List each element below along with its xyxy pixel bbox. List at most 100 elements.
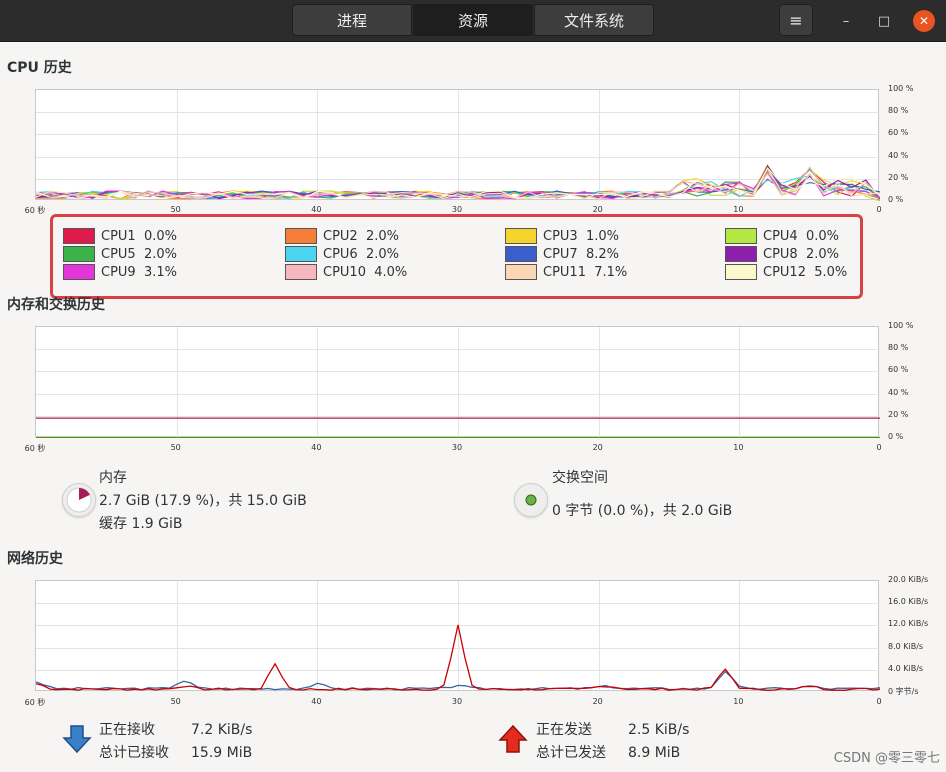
swap-pie-icon [525, 494, 537, 506]
receiving-rate: 7.2 KiB/s [191, 722, 253, 738]
cpu-legend-item[interactable]: CPU4 0.0% [725, 227, 839, 245]
close-button[interactable]: ✕ [913, 10, 935, 32]
tab-processes[interactable]: 进程 [292, 4, 412, 36]
memory-x-tick-label: 40 [311, 443, 322, 452]
cpu-color-swatch[interactable] [725, 246, 757, 262]
swap-usage: 0 字节 (0.0 %)，共 2.0 GiB [552, 503, 733, 519]
memory-y-tick-label: 40 % [888, 387, 909, 397]
cpu-legend-label: CPU8 2.0% [763, 246, 839, 262]
network-graph-canvas [36, 581, 880, 692]
minimize-button[interactable]: – [835, 10, 857, 32]
memory-y-tick-label: 20 % [888, 409, 909, 419]
sent-total: 8.9 MiB [628, 745, 681, 761]
cpu-legend-label: CPU3 1.0% [543, 228, 619, 244]
cpu-legend-label: CPU7 8.2% [543, 246, 619, 262]
cpu-legend-label: CPU11 7.1% [543, 264, 628, 280]
cpu-legend-label: CPU12 5.0% [763, 264, 848, 280]
header-bar: 进程 资源 文件系统 ≡ – □ ✕ [0, 0, 946, 42]
cpu-legend-label: CPU4 0.0% [763, 228, 839, 244]
memory-label: 内存 [99, 470, 127, 486]
cpu-y-tick-label: 80 % [888, 106, 909, 116]
memory-cache: 缓存 1.9 GiB [99, 516, 183, 532]
memory-info: 内存 2.7 GiB (17.9 %)，共 15.0 GiB 缓存 1.9 Gi… [99, 467, 307, 536]
cpu-color-swatch[interactable] [505, 264, 537, 280]
memory-pie-icon [66, 487, 92, 513]
sent-total-label: 总计已发送 [536, 745, 606, 761]
cpu-color-swatch[interactable] [505, 228, 537, 244]
cpu-legend-label: CPU10 4.0% [323, 264, 408, 280]
cpu-color-swatch[interactable] [63, 264, 95, 280]
cpu-legend-item[interactable]: CPU11 7.1% [505, 263, 627, 281]
cpu-history-graph [35, 89, 880, 201]
cpu-color-swatch[interactable] [63, 246, 95, 262]
cpu-x-tick-label: 40 [311, 205, 322, 214]
cpu-color-swatch[interactable] [285, 228, 317, 244]
upload-arrow-icon [498, 724, 528, 753]
cpu-legend-label: CPU2 2.0% [323, 228, 399, 244]
cpu-legend-item[interactable]: CPU9 3.1% [63, 263, 177, 281]
memory-y-tick-label: 0 % [888, 432, 904, 441]
download-arrow-icon [62, 725, 92, 754]
memory-x-tick-label: 10 [733, 443, 744, 452]
memory-pie-chart[interactable] [62, 483, 96, 517]
network-x-tick-label: 0 [876, 697, 882, 706]
network-x-tick-label: 20 [592, 697, 603, 706]
memory-x-tick-label: 50 [170, 443, 181, 452]
memory-y-tick-label: 60 % [888, 365, 909, 375]
sending-rate: 2.5 KiB/s [628, 722, 690, 738]
maximize-icon: □ [877, 13, 891, 29]
memory-x-tick-label: 60 秒 [24, 444, 46, 453]
memory-x-tick-label: 30 [451, 443, 463, 452]
cpu-section-title: CPU 历史 [7, 60, 72, 76]
cpu-color-swatch[interactable] [505, 246, 537, 262]
network-y-tick-label: 0 字节/s [888, 687, 919, 696]
memory-x-tick-label: 0 [876, 443, 882, 452]
cpu-legend-item[interactable]: CPU6 2.0% [285, 245, 399, 263]
minimize-icon: – [842, 13, 850, 29]
sending-label: 正在发送 [536, 722, 592, 738]
swap-pie-chart[interactable] [514, 483, 548, 517]
cpu-legend-item[interactable]: CPU12 5.0% [725, 263, 847, 281]
cpu-y-tick-label: 40 % [888, 150, 909, 160]
cpu-color-swatch[interactable] [285, 246, 317, 262]
cpu-x-tick-label: 50 [170, 205, 181, 214]
network-x-tick-label: 30 [451, 697, 463, 706]
swap-label: 交换空间 [552, 470, 608, 486]
menu-button[interactable]: ≡ [779, 4, 813, 36]
cpu-color-swatch[interactable] [63, 228, 95, 244]
cpu-color-swatch[interactable] [725, 264, 757, 280]
network-x-tick-label: 50 [170, 697, 181, 706]
swap-info: 交换空间 0 字节 (0.0 %)，共 2.0 GiB [552, 467, 732, 523]
cpu-y-tick-label: 0 % [888, 195, 904, 204]
memory-graph-canvas [36, 327, 880, 438]
cpu-color-swatch[interactable] [285, 264, 317, 280]
maximize-button[interactable]: □ [873, 10, 895, 32]
network-section-title: 网络历史 [7, 551, 63, 567]
cpu-legend-item[interactable]: CPU2 2.0% [285, 227, 399, 245]
tab-filesystems[interactable]: 文件系统 [534, 4, 654, 36]
cpu-x-tick-label: 10 [733, 205, 744, 214]
cpu-x-tick-label: 60 秒 [24, 206, 46, 215]
cpu-legend-label: CPU6 2.0% [323, 246, 399, 262]
tab-resources[interactable]: 资源 [413, 4, 533, 36]
cpu-legend-label: CPU9 3.1% [101, 264, 177, 280]
watermark: CSDN @零三零七 [833, 751, 940, 766]
network-y-tick-label: 20.0 KiB/s [888, 575, 929, 584]
network-y-tick-label: 4.0 KiB/s [888, 663, 924, 673]
memory-x-tick-label: 20 [592, 443, 603, 452]
cpu-legend-item[interactable]: CPU5 2.0% [63, 245, 177, 263]
memory-history-graph [35, 326, 880, 438]
memory-y-tick-label: 80 % [888, 343, 909, 353]
cpu-legend-item[interactable]: CPU8 2.0% [725, 245, 839, 263]
cpu-y-tick-label: 100 % [888, 84, 914, 93]
cpu-legend-item[interactable]: CPU7 8.2% [505, 245, 619, 263]
cpu-legend-label: CPU1 0.0% [101, 228, 177, 244]
network-x-tick-label: 60 秒 [24, 698, 46, 707]
cpu-x-tick-label: 0 [876, 205, 882, 214]
cpu-color-swatch[interactable] [725, 228, 757, 244]
received-total-label: 总计已接收 [99, 745, 169, 761]
cpu-legend-item[interactable]: CPU10 4.0% [285, 263, 407, 281]
view-switcher: 进程 资源 文件系统 [292, 4, 655, 36]
cpu-legend-item[interactable]: CPU3 1.0% [505, 227, 619, 245]
cpu-legend-item[interactable]: CPU1 0.0% [63, 227, 177, 245]
